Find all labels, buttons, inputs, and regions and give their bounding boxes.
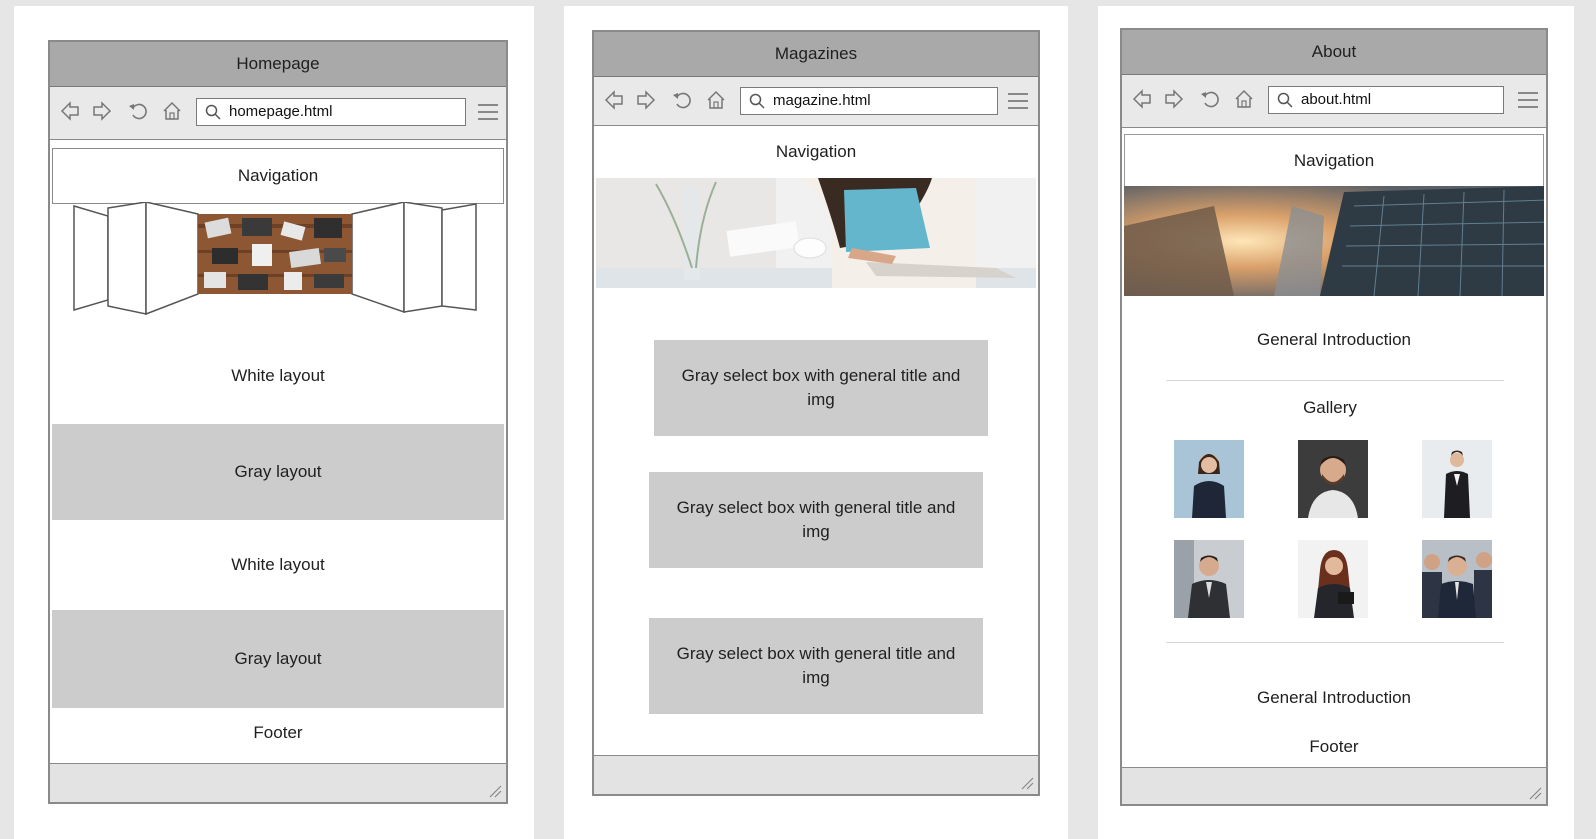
- search-icon: [205, 104, 221, 120]
- general-introduction-bottom: General Introduction: [1256, 688, 1412, 707]
- status-bar: [50, 763, 506, 802]
- navigation-bar[interactable]: Navigation: [52, 148, 504, 204]
- window-title: Magazines: [594, 32, 1038, 77]
- resize-grip-icon[interactable]: [1528, 786, 1542, 800]
- browser-toolbar: homepage.html: [50, 87, 506, 140]
- gray-select-box[interactable]: Gray select box with general title and i…: [649, 472, 983, 568]
- refresh-icon[interactable]: [670, 89, 694, 113]
- status-bar: [594, 755, 1038, 794]
- white-layout-section: White layout: [231, 366, 325, 385]
- forward-icon[interactable]: [1162, 88, 1186, 112]
- about-card: About about.html Navigation General Intr…: [1098, 6, 1574, 839]
- gallery-photo[interactable]: [1298, 440, 1368, 518]
- gallery-photo[interactable]: [1422, 440, 1492, 518]
- gallery-photo[interactable]: [1298, 540, 1368, 618]
- url-field[interactable]: homepage.html: [196, 98, 466, 126]
- home-icon[interactable]: [1232, 88, 1256, 112]
- carousel-featured-image: [198, 214, 352, 294]
- footer: Footer: [1309, 737, 1359, 756]
- magazines-hero-image: [596, 178, 1036, 288]
- resize-grip-icon[interactable]: [1020, 776, 1034, 790]
- url-text: magazine.html: [773, 92, 871, 109]
- forward-icon[interactable]: [634, 89, 658, 113]
- search-icon: [749, 93, 765, 109]
- url-field[interactable]: magazine.html: [740, 87, 998, 115]
- gallery-heading: Gallery: [1303, 398, 1357, 417]
- menu-icon[interactable]: [478, 104, 498, 120]
- menu-icon[interactable]: [1008, 93, 1028, 109]
- footer: Footer: [253, 723, 303, 742]
- homepage-browser-window: Homepage homepage.html Navigation White …: [48, 40, 508, 804]
- divider: [1166, 380, 1504, 381]
- resize-grip-icon[interactable]: [488, 784, 502, 798]
- gray-layout-section: Gray layout: [52, 424, 504, 520]
- url-field[interactable]: about.html: [1268, 86, 1504, 114]
- refresh-icon[interactable]: [1198, 88, 1222, 112]
- home-icon[interactable]: [160, 100, 184, 124]
- magazines-browser-window: Magazines magazine.html Navigation Gray …: [592, 30, 1040, 796]
- about-hero-image: [1124, 186, 1544, 296]
- magazines-card: Magazines magazine.html Navigation Gray …: [564, 6, 1068, 839]
- browser-toolbar: magazine.html: [594, 77, 1038, 126]
- gallery-photo[interactable]: [1174, 540, 1244, 618]
- back-icon[interactable]: [602, 89, 626, 113]
- gallery-photo[interactable]: [1422, 540, 1492, 618]
- menu-icon[interactable]: [1518, 92, 1538, 108]
- gray-layout-section: Gray layout: [52, 610, 504, 708]
- divider: [1166, 642, 1504, 643]
- gray-select-box[interactable]: Gray select box with general title and i…: [649, 618, 983, 714]
- navigation-bar[interactable]: Navigation: [596, 126, 1036, 178]
- url-text: homepage.html: [229, 103, 333, 120]
- back-icon[interactable]: [58, 100, 82, 124]
- about-browser-window: About about.html Navigation General Intr…: [1120, 28, 1548, 806]
- window-title: Homepage: [50, 42, 506, 87]
- general-introduction-top: General Introduction: [1256, 330, 1412, 349]
- navigation-bar[interactable]: Navigation: [1124, 134, 1544, 188]
- refresh-icon[interactable]: [126, 100, 150, 124]
- window-title: About: [1122, 30, 1546, 75]
- status-bar: [1122, 767, 1546, 804]
- gallery-photo[interactable]: [1174, 440, 1244, 518]
- back-icon[interactable]: [1130, 88, 1154, 112]
- browser-toolbar: about.html: [1122, 75, 1546, 128]
- home-icon[interactable]: [704, 89, 728, 113]
- image-carousel[interactable]: [72, 201, 482, 316]
- homepage-card: Homepage homepage.html Navigation White …: [14, 6, 534, 839]
- gray-select-box[interactable]: Gray select box with general title and i…: [654, 340, 988, 436]
- forward-icon[interactable]: [90, 100, 114, 124]
- search-icon: [1277, 92, 1293, 108]
- url-text: about.html: [1301, 91, 1372, 108]
- white-layout-section: White layout: [231, 555, 325, 574]
